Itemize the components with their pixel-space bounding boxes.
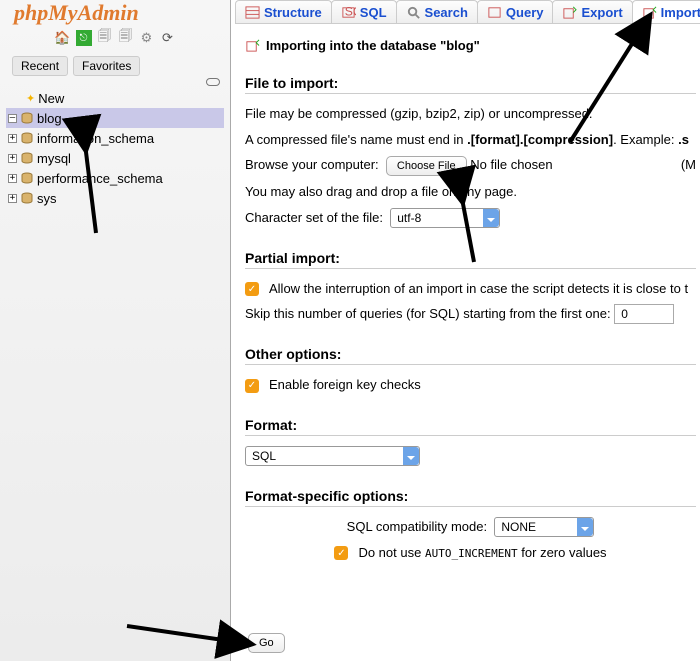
star-icon: ✦ — [26, 92, 35, 105]
query-icon — [487, 5, 502, 20]
db-tree: ✦ New – blog + information_schema + mysq… — [4, 82, 226, 214]
recent-tab[interactable]: Recent — [12, 56, 68, 76]
compat-label: SQL compatibility mode: — [347, 519, 487, 534]
partial-import-heading: Partial import: — [245, 250, 696, 269]
search-icon — [406, 5, 421, 20]
docs-icon[interactable]: 🗐 — [97, 30, 113, 46]
allow-interrupt-checkbox[interactable] — [245, 282, 259, 296]
top-tabs: Structure SQLSQL Search Query Export Imp… — [235, 0, 700, 24]
drag-note: You may also drag and drop a file on any… — [245, 182, 696, 202]
compat-select[interactable]: NONE — [494, 517, 594, 537]
logo: phpMyAdmin — [4, 0, 226, 26]
settings-icon[interactable]: ⚙ — [139, 30, 155, 46]
favorites-tab[interactable]: Favorites — [73, 56, 140, 76]
expand-icon[interactable]: + — [8, 134, 17, 143]
expand-icon[interactable]: + — [8, 154, 17, 163]
db-icon — [20, 112, 34, 124]
db-icon — [20, 172, 34, 184]
charset-label: Character set of the file: — [245, 210, 383, 225]
go-button[interactable]: Go — [248, 633, 285, 653]
skip-label: Skip this number of queries (for SQL) st… — [245, 306, 611, 321]
tree-item-blog[interactable]: – blog — [6, 108, 224, 128]
file-to-import-heading: File to import: — [245, 75, 696, 94]
fso-heading: Format-specific options: — [245, 488, 696, 507]
db-icon — [20, 132, 34, 144]
ai-label: Do not use AUTO_INCREMENT for zero value… — [358, 545, 606, 560]
browse-label: Browse your computer: — [245, 157, 379, 172]
main-panel: Structure SQLSQL Search Query Export Imp… — [231, 0, 700, 661]
export-icon — [562, 5, 577, 20]
compress-format-note: A compressed file's name must end in .[f… — [245, 130, 696, 150]
tree-item-information-schema[interactable]: + information_schema — [6, 128, 224, 148]
tree-item-performance-schema[interactable]: + performance_schema — [6, 168, 224, 188]
compress-note: File may be compressed (gzip, bzip2, zip… — [245, 104, 696, 124]
tree-item-mysql[interactable]: + mysql — [6, 148, 224, 168]
structure-icon — [245, 5, 260, 20]
tab-query[interactable]: Query — [477, 0, 554, 23]
tab-export[interactable]: Export — [552, 0, 632, 23]
exit-icon[interactable]: ⎋ — [76, 30, 92, 46]
choose-file-button[interactable]: Choose File — [386, 156, 467, 176]
home-icon[interactable]: 🏠 — [55, 30, 71, 46]
tree-item-sys[interactable]: + sys — [6, 188, 224, 208]
sql-icon[interactable]: 🗐 — [118, 30, 134, 46]
fk-label: Enable foreign key checks — [269, 377, 421, 392]
skip-input[interactable] — [614, 304, 674, 324]
sidebar: phpMyAdmin 🏠 ⎋ 🗐 🗐 ⚙ ⟳ Recent Favorites … — [0, 0, 231, 661]
tab-import[interactable]: Import — [632, 0, 700, 23]
import-icon — [245, 38, 260, 53]
format-heading: Format: — [245, 417, 696, 436]
other-options-heading: Other options: — [245, 346, 696, 365]
allow-interrupt-label: Allow the interruption of an import in c… — [269, 281, 688, 296]
page-title: Importing into the database "blog" — [245, 38, 696, 53]
no-file-label: No file chosen — [470, 157, 552, 172]
tree-new[interactable]: ✦ New — [6, 88, 224, 108]
expand-icon[interactable]: + — [8, 174, 17, 183]
refresh-icon[interactable]: ⟳ — [160, 30, 176, 46]
fk-checkbox[interactable] — [245, 379, 259, 393]
db-icon — [20, 192, 34, 204]
sidebar-icon-row: 🏠 ⎋ 🗐 🗐 ⚙ ⟳ — [4, 26, 226, 54]
svg-text:SQL: SQL — [345, 5, 356, 18]
tab-search[interactable]: Search — [396, 0, 478, 23]
collapse-icon[interactable]: – — [8, 114, 17, 123]
charset-select[interactable]: utf-8 — [390, 208, 500, 228]
format-select[interactable]: SQL — [245, 446, 420, 466]
sql-icon: SQL — [341, 5, 356, 20]
max-size: (M — [681, 155, 696, 175]
import-icon — [642, 5, 657, 20]
tab-sql[interactable]: SQLSQL — [331, 0, 397, 23]
expand-icon[interactable]: + — [8, 194, 17, 203]
db-icon — [20, 152, 34, 164]
ai-checkbox[interactable] — [334, 546, 348, 560]
tab-structure[interactable]: Structure — [235, 0, 332, 23]
link-icon[interactable] — [206, 78, 220, 86]
